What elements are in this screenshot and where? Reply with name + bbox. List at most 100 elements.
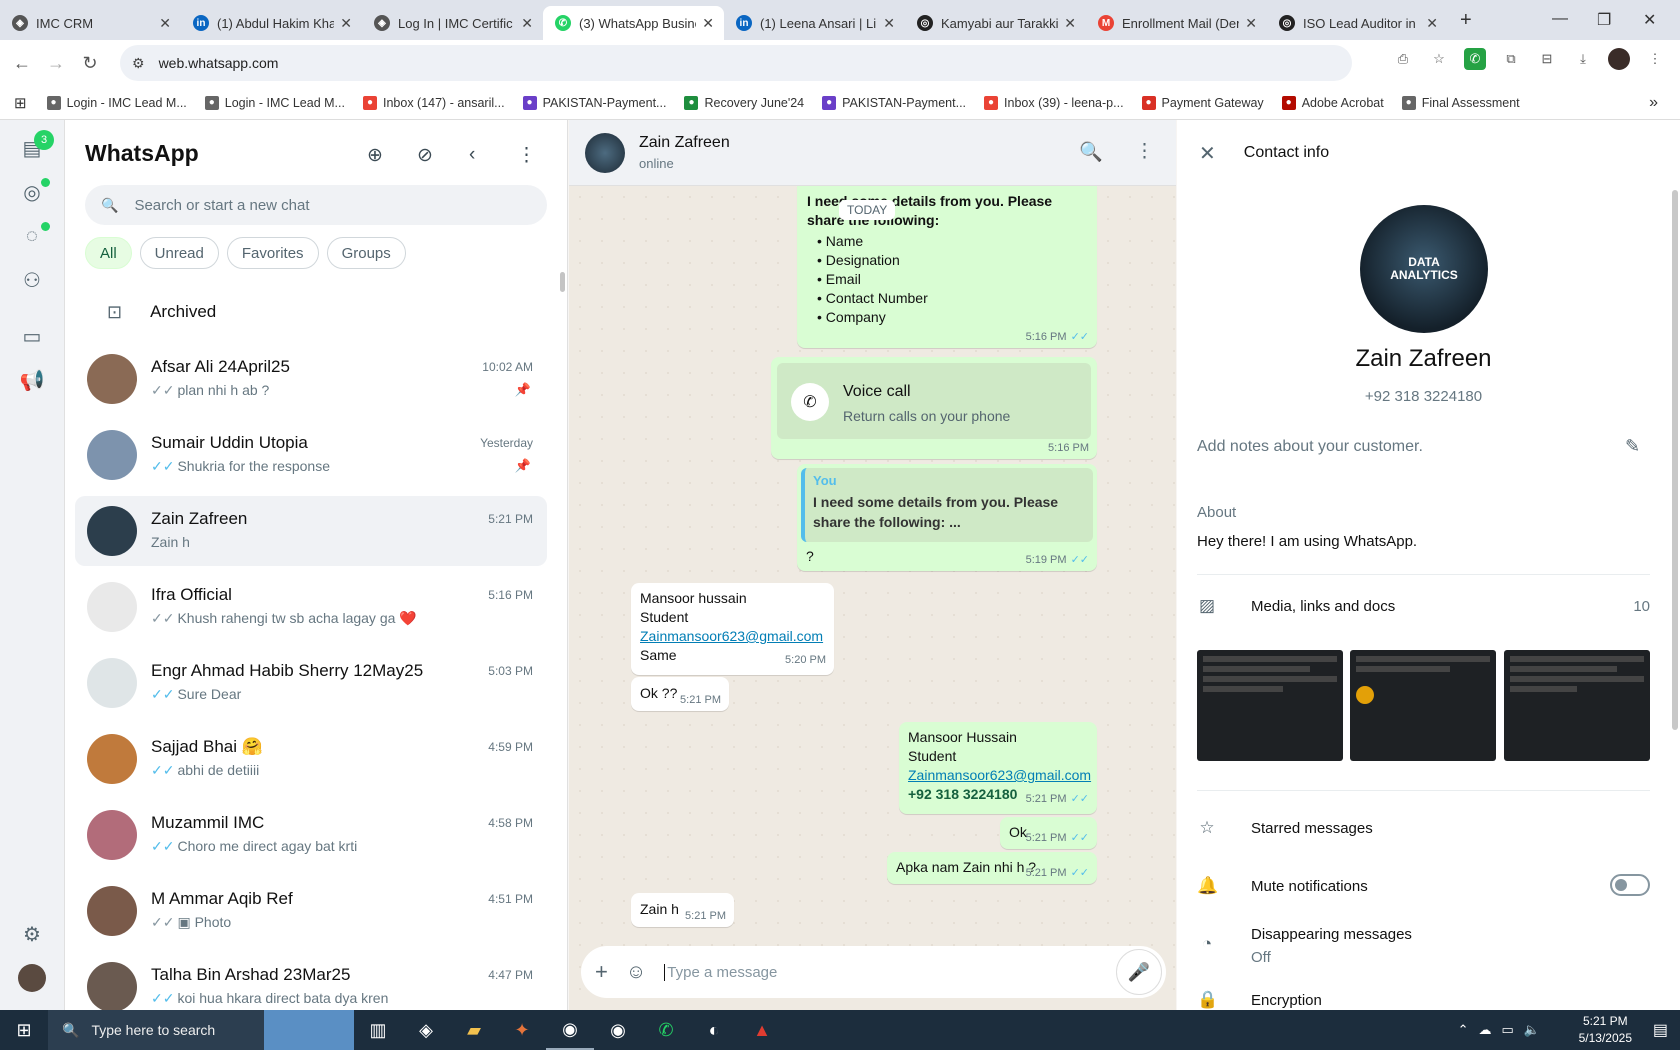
hide-eye-icon[interactable]: ⊘ (417, 144, 433, 167)
app-icon[interactable]: ◐ (690, 1010, 738, 1050)
whatsapp-extension-icon[interactable]: ✆ (1464, 48, 1486, 70)
notifications-icon[interactable]: ▤ (1653, 1020, 1668, 1040)
encryption-row[interactable]: 🔒 Encryption (1197, 990, 1650, 1010)
message-outgoing[interactable]: Mansoor Hussain Student Zainmansoor623@g… (899, 722, 1097, 814)
browser-tab[interactable]: ◎ ISO Lead Auditor in ✕ (1267, 6, 1448, 40)
chat-list-item[interactable]: Muzammil IMC ✓✓ Choro me direct agay bat … (75, 800, 547, 870)
advertise-icon[interactable]: 📢 (18, 366, 46, 394)
menu-icon[interactable]: ⋮ (517, 144, 536, 167)
search-icon[interactable]: 🔍 (1079, 140, 1103, 164)
filter-chip-groups[interactable]: Groups (326, 237, 406, 269)
minimize-icon[interactable]: — (1552, 10, 1568, 28)
communities-icon[interactable]: ⚇ (18, 266, 46, 294)
filter-chip-favorites[interactable]: Favorites (226, 237, 319, 269)
reload-icon[interactable]: ↻ (73, 53, 107, 74)
bookmark-star-icon[interactable]: ☆ (1428, 48, 1450, 70)
new-chat-icon[interactable]: ⊕ (367, 144, 383, 167)
browser-tab[interactable]: ◈ IMC CRM ✕ (0, 6, 181, 40)
mute-notifications-row[interactable]: 🔔 Mute notifications (1197, 876, 1650, 896)
message-incoming[interactable]: Mansoor hussain Student Zainmansoor623@g… (631, 583, 834, 675)
chat-list-item[interactable]: Sajjad Bhai 🤗 ✓✓ abhi de detiiii 4:59 PM (75, 724, 547, 794)
chrome-icon[interactable]: ◉ (546, 1010, 594, 1050)
filter-chip-unread[interactable]: Unread (139, 237, 219, 269)
profile-avatar[interactable] (1608, 48, 1630, 70)
chat-list-scrollbar[interactable] (560, 272, 565, 292)
restore-icon[interactable]: ❐ (1597, 10, 1611, 30)
browser-tab[interactable]: M Enrollment Mail (Der ✕ (1086, 6, 1267, 40)
filter-chip-all[interactable]: All (85, 237, 132, 269)
message-input[interactable]: Type a message (664, 963, 1116, 981)
app-icon[interactable]: ✦ (498, 1010, 546, 1050)
bookmark-item[interactable]: ● Login - IMC Lead M... (46, 95, 187, 110)
browser-tab[interactable]: ◎ Kamyabi aur Tarakki ✕ (905, 6, 1086, 40)
bookmark-item[interactable]: ● PAKISTAN-Payment... (522, 95, 666, 110)
notes-field[interactable]: Add notes about your customer. (1197, 438, 1423, 456)
taskbar-search[interactable]: 🔍 Type here to search (48, 1010, 264, 1050)
back-icon[interactable]: ← (5, 53, 39, 74)
extensions-icon[interactable]: ⧉ (1500, 48, 1522, 70)
attach-plus-icon[interactable]: + (595, 959, 608, 985)
network-icon[interactable]: ▭ (1502, 1022, 1514, 1038)
close-tab-icon[interactable]: ✕ (1064, 15, 1076, 32)
chat-list-item[interactable]: M Ammar Aqib Ref ✓✓ ▣ Photo 4:51 PM (75, 876, 547, 946)
chevron-left-icon[interactable]: ‹ (469, 144, 475, 166)
contact-info-scrollbar[interactable] (1672, 190, 1678, 730)
media-thumbnail[interactable] (1504, 650, 1650, 761)
more-bookmarks-icon[interactable]: » (1649, 94, 1658, 112)
close-tab-icon[interactable]: ✕ (159, 15, 171, 32)
browser-tab[interactable]: ✆ (3) WhatsApp Busine ✕ (543, 6, 724, 40)
bookmark-item[interactable]: ● Inbox (39) - leena-p... (984, 95, 1124, 110)
close-icon[interactable]: ✕ (1199, 141, 1216, 166)
close-window-icon[interactable]: ✕ (1643, 10, 1656, 30)
browser-tab[interactable]: ◈ Log In | IMC Certific ✕ (362, 6, 543, 40)
tab-search-icon[interactable]: ⊟ (1536, 48, 1558, 70)
message-incoming[interactable]: Ok ?? 5:21 PM (631, 677, 729, 711)
media-thumbnail[interactable] (1350, 650, 1496, 761)
bookmark-item[interactable]: ● Adobe Acrobat (1281, 95, 1384, 110)
archived-row[interactable]: ⊡ Archived (65, 280, 567, 344)
media-links-docs-row[interactable]: ▨ Media, links and docs 10 (1197, 596, 1650, 616)
chat-list-item[interactable]: Zain Zafreen Zain h 5:21 PM (75, 496, 547, 566)
close-tab-icon[interactable]: ✕ (702, 15, 714, 32)
email-link[interactable]: Zainmansoor623@gmail.com (908, 766, 1091, 785)
disappearing-messages-row[interactable]: ◔ Disappearing messages Off (1197, 926, 1650, 966)
chat-list-item[interactable]: Engr Ahmad Habib Sherry 12May25 ✓✓ Sure D… (75, 648, 547, 718)
reply-message[interactable]: You I need some details from you. Please… (797, 464, 1097, 571)
cloud-icon[interactable]: ☁ (1479, 1022, 1492, 1038)
voice-call-card[interactable]: ✆ Voice call Return calls on your phone (777, 363, 1091, 439)
profile-photo[interactable]: DATA ANALYTICS (1360, 205, 1488, 333)
menu-icon[interactable]: ⋮ (1135, 140, 1154, 163)
edit-pencil-icon[interactable]: ✎ (1625, 436, 1640, 457)
close-tab-icon[interactable]: ✕ (883, 15, 895, 32)
catalog-icon[interactable]: ▭ (18, 322, 46, 350)
chat-list-item[interactable]: Sumair Uddin Utopia ✓✓ Shukria for the re… (75, 420, 547, 490)
apps-grid-icon[interactable]: ⊞ (14, 94, 27, 112)
close-tab-icon[interactable]: ✕ (1426, 15, 1438, 32)
new-tab-button[interactable]: + (1460, 9, 1472, 32)
mute-toggle[interactable] (1610, 874, 1650, 896)
media-thumbnail[interactable] (1197, 650, 1343, 761)
bookmark-item[interactable]: ● PAKISTAN-Payment... (822, 95, 966, 110)
search-highlight-image[interactable] (264, 1010, 354, 1050)
whatsapp-icon[interactable]: ✆ (642, 1010, 690, 1050)
message-outgoing[interactable]: Apka nam Zain nhi h ? 5:21 PM ✓✓ (887, 852, 1097, 884)
voice-call-message[interactable]: ✆ Voice call Return calls on your phone … (771, 357, 1097, 459)
download-icon[interactable]: ⤓ (1572, 48, 1594, 70)
site-info-icon[interactable]: ⚙ (132, 55, 145, 72)
acrobat-icon[interactable]: ▲ (738, 1010, 786, 1050)
bookmark-item[interactable]: ● Login - IMC Lead M... (204, 95, 345, 110)
copilot-icon[interactable]: ◈ (402, 1010, 450, 1050)
volume-icon[interactable]: 🔈 (1524, 1022, 1540, 1038)
url-bar[interactable]: ⚙ web.whatsapp.com (120, 45, 1352, 81)
close-tab-icon[interactable]: ✕ (521, 15, 533, 32)
chrome-profile-icon[interactable]: ◉ (594, 1010, 642, 1050)
system-clock[interactable]: 5:21 PM 5/13/2025 (1579, 1013, 1632, 1047)
sticker-emoji-icon[interactable]: ☺ (626, 961, 646, 984)
bookmark-item[interactable]: ● Final Assessment (1401, 95, 1520, 110)
forward-icon[interactable]: → (39, 53, 73, 74)
search-input[interactable]: 🔍 Search or start a new chat (85, 185, 547, 225)
email-link[interactable]: Zainmansoor623@gmail.com (640, 627, 825, 646)
chevron-up-icon[interactable]: ⌃ (1458, 1022, 1469, 1038)
message-outgoing[interactable]: Ok 5:21 PM ✓✓ (1000, 817, 1097, 849)
browser-tab[interactable]: in (1) Leena Ansari | Lin ✕ (724, 6, 905, 40)
